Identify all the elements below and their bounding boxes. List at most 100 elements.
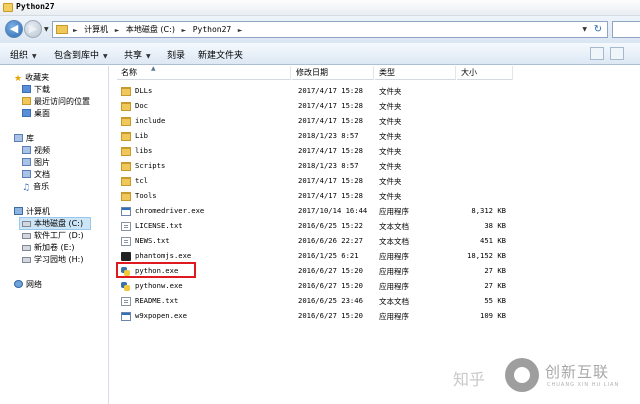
network-icon bbox=[14, 280, 23, 288]
organize-button[interactable]: 组织 ▼ bbox=[10, 48, 37, 61]
file-row[interactable]: pythonw.exe 2016/6/27 15:20 应用程序 27 KB bbox=[113, 279, 513, 294]
folder-icon bbox=[121, 162, 131, 171]
file-date-modified: 2017/4/17 15:28 bbox=[298, 86, 363, 95]
column-header-name[interactable]: 名称 ▲ bbox=[117, 65, 291, 80]
file-type: 应用程序 bbox=[379, 282, 409, 291]
file-type: 文本文档 bbox=[379, 237, 409, 246]
file-date-modified: 2016/6/27 15:20 bbox=[298, 281, 363, 290]
nav-videos-label: 视频 bbox=[34, 146, 50, 155]
file-row[interactable]: Scripts 2018/1/23 8:57 文件夹 bbox=[113, 159, 513, 174]
nav-network[interactable]: 网络 bbox=[14, 279, 42, 290]
nav-recent-places[interactable]: 最近访问的位置 bbox=[22, 96, 90, 107]
address-bar[interactable]: ► 计算机 ► 本地磁盘 (C:) ► Python27 ► ▼ ↻ bbox=[52, 21, 608, 38]
file-row[interactable]: include 2017/4/17 15:28 文件夹 bbox=[113, 114, 513, 129]
file-row[interactable]: chromedriver.exe 2017/10/14 16:44 应用程序 8,31… bbox=[113, 204, 513, 219]
nav-libraries[interactable]: 库 bbox=[14, 133, 34, 144]
nav-pictures[interactable]: 图片 bbox=[22, 157, 50, 168]
folder-icon bbox=[121, 117, 131, 126]
file-row[interactable]: Tools 2017/4/17 15:28 文件夹 bbox=[113, 189, 513, 204]
chevron-right-icon[interactable]: ► bbox=[238, 27, 243, 34]
file-date-modified: 2016/6/27 15:20 bbox=[298, 266, 363, 275]
file-type: 应用程序 bbox=[379, 252, 409, 261]
file-type: 文件夹 bbox=[379, 147, 402, 156]
nav-videos[interactable]: 视频 bbox=[22, 145, 50, 156]
nav-drive-e[interactable]: 新加卷 (E:) bbox=[22, 242, 75, 253]
view-options-icon[interactable] bbox=[590, 47, 604, 60]
music-note-icon: ♫ bbox=[22, 183, 31, 193]
file-row[interactable]: tcl 2017/4/17 15:28 文件夹 bbox=[113, 174, 513, 189]
file-row[interactable]: Doc 2017/4/17 15:28 文件夹 bbox=[113, 99, 513, 114]
refresh-icon[interactable]: ↻ bbox=[592, 24, 604, 36]
nav-music[interactable]: ♫ 音乐 bbox=[22, 181, 50, 193]
file-size: 109 KB bbox=[480, 311, 506, 320]
sort-ascending-icon: ▲ bbox=[151, 65, 156, 72]
chevron-right-icon[interactable]: ► bbox=[115, 27, 120, 34]
recent-pages-dropdown[interactable]: ▼ bbox=[44, 26, 49, 33]
nav-drive-h[interactable]: 学习园地 (H:) bbox=[22, 254, 84, 265]
chevron-right-icon[interactable]: ► bbox=[182, 27, 187, 34]
file-type: 文件夹 bbox=[379, 192, 402, 201]
file-name: DLLs bbox=[135, 86, 153, 95]
nav-computer[interactable]: 计算机 bbox=[14, 206, 50, 217]
breadcrumb: ► 计算机 ► 本地磁盘 (C:) ► Python27 ► bbox=[73, 24, 246, 35]
nav-downloads[interactable]: 下载 bbox=[22, 84, 50, 95]
search-input[interactable] bbox=[612, 21, 640, 38]
text-file-icon bbox=[121, 222, 131, 231]
file-type: 文件夹 bbox=[379, 162, 402, 171]
file-row[interactable]: NEWS.txt 2016/6/26 22:27 文本文档 451 KB bbox=[113, 234, 513, 249]
address-history-dropdown[interactable]: ▼ bbox=[582, 26, 587, 33]
file-row[interactable]: libs 2017/4/17 15:28 文件夹 bbox=[113, 144, 513, 159]
hard-drive-icon bbox=[22, 221, 31, 227]
back-button[interactable]: ◀ bbox=[5, 20, 23, 38]
file-type: 文件夹 bbox=[379, 117, 402, 126]
share-button[interactable]: 共享 ▼ bbox=[124, 48, 151, 61]
burn-button[interactable]: 刻录 bbox=[167, 48, 185, 61]
folder-icon bbox=[121, 192, 131, 201]
file-size: 18,152 KB bbox=[467, 251, 506, 260]
picture-library-icon bbox=[22, 158, 31, 166]
nav-documents-label: 文档 bbox=[34, 170, 50, 179]
desktop-icon bbox=[22, 109, 31, 117]
file-type: 应用程序 bbox=[379, 267, 409, 276]
video-library-icon bbox=[22, 146, 31, 154]
forward-button[interactable]: ▶ bbox=[24, 20, 42, 38]
new-folder-button[interactable]: 新建文件夹 bbox=[198, 48, 243, 61]
file-row[interactable]: LICENSE.txt 2016/6/25 15:22 文本文档 38 KB bbox=[113, 219, 513, 234]
hard-drive-icon bbox=[22, 245, 31, 251]
include-in-library-button[interactable]: 包含到库中 ▼ bbox=[54, 48, 108, 61]
file-type: 文本文档 bbox=[379, 222, 409, 231]
breadcrumb-computer[interactable]: 计算机 bbox=[84, 25, 108, 34]
nav-desktop[interactable]: 桌面 bbox=[22, 108, 50, 119]
nav-drive-d[interactable]: 软件工厂 (D:) bbox=[22, 230, 84, 241]
preview-pane-icon[interactable] bbox=[610, 47, 624, 60]
folder-icon bbox=[56, 25, 68, 34]
nav-network-label: 网络 bbox=[26, 280, 42, 289]
file-date-modified: 2017/4/17 15:28 bbox=[298, 191, 363, 200]
column-header-size[interactable]: 大小 bbox=[457, 66, 513, 80]
file-type: 文件夹 bbox=[379, 132, 402, 141]
hard-drive-icon bbox=[22, 257, 31, 263]
file-date-modified: 2018/1/23 8:57 bbox=[298, 161, 359, 170]
nav-desktop-label: 桌面 bbox=[34, 109, 50, 118]
nav-favorites[interactable]: ★ 收藏夹 bbox=[14, 72, 49, 84]
file-size: 38 KB bbox=[484, 221, 506, 230]
file-row[interactable]: DLLs 2017/4/17 15:28 文件夹 bbox=[113, 84, 513, 99]
column-header-type[interactable]: 类型 bbox=[375, 66, 456, 80]
document-library-icon bbox=[22, 170, 31, 178]
nav-documents[interactable]: 文档 bbox=[22, 169, 50, 180]
file-row[interactable]: w9xpopen.exe 2016/6/27 15:20 应用程序 109 KB bbox=[113, 309, 513, 324]
file-name: pythonw.exe bbox=[135, 281, 183, 290]
command-bar: 组织 ▼ 包含到库中 ▼ 共享 ▼ 刻录 新建文件夹 bbox=[0, 43, 640, 65]
nav-drive-c[interactable]: 本地磁盘 (C:) bbox=[19, 217, 91, 230]
column-header-modified[interactable]: 修改日期 bbox=[292, 66, 374, 80]
breadcrumb-python27[interactable]: Python27 bbox=[193, 25, 232, 34]
file-row[interactable]: README.txt 2016/6/25 23:46 文本文档 55 KB bbox=[113, 294, 513, 309]
app-icon bbox=[121, 312, 131, 321]
nav-drive-e-label: 新加卷 (E:) bbox=[34, 243, 75, 252]
file-row[interactable]: Lib 2018/1/23 8:57 文件夹 bbox=[113, 129, 513, 144]
file-type: 文件夹 bbox=[379, 102, 402, 111]
chevron-down-icon: ▼ bbox=[146, 53, 151, 60]
breadcrumb-local-disk[interactable]: 本地磁盘 (C:) bbox=[126, 25, 175, 34]
file-type: 文件夹 bbox=[379, 177, 402, 186]
nav-music-label: 音乐 bbox=[33, 182, 50, 191]
